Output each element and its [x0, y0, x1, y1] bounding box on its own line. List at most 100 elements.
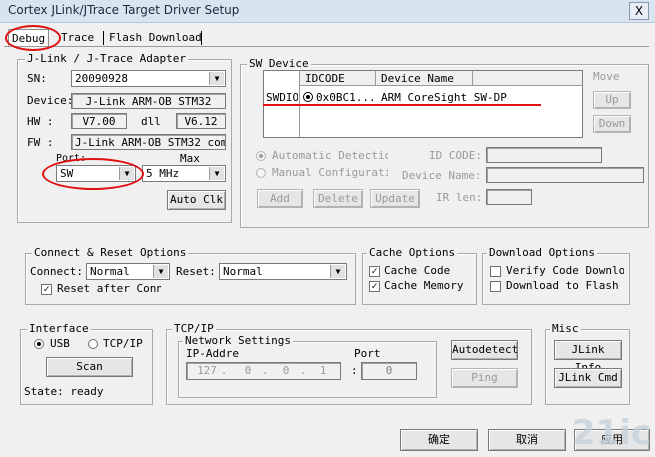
misc-title: Misc: [550, 322, 581, 335]
verify-download-label: Verify Code Download: [506, 264, 624, 277]
tab-trace[interactable]: Trace: [58, 29, 97, 46]
reset-label: Reset:: [176, 265, 216, 278]
cache-memory-label: Cache Memory: [384, 279, 464, 292]
cache-code-label: Cache Code: [384, 264, 451, 277]
auto-detection-label: Automatic Detection: [272, 149, 388, 162]
annotation-circle-debug-tab: [5, 25, 61, 51]
hw-label: HW :: [27, 115, 54, 128]
connect-reset-title: Connect & Reset Options: [32, 246, 189, 259]
manual-config-radio[interactable]: [256, 168, 266, 178]
auto-clk-button[interactable]: Auto Clk: [167, 190, 226, 210]
tab-separator: [201, 31, 202, 45]
list-column-divider: [472, 71, 473, 85]
annotation-circle-port-select: [42, 158, 144, 190]
selected-device-icon: [303, 92, 313, 102]
interface-title: Interface: [27, 322, 91, 335]
col-device-name[interactable]: Device Name: [381, 72, 454, 85]
ping-button[interactable]: Ping: [451, 368, 518, 388]
watermark-logo: 21ic: [571, 413, 651, 453]
port-separator: :: [351, 364, 358, 377]
connect-value: Normal: [90, 265, 130, 278]
scan-button[interactable]: Scan: [46, 357, 133, 377]
chevron-down-icon: ▼: [209, 167, 224, 180]
connect-label: Connect:: [30, 265, 83, 278]
chevron-down-icon: ▼: [209, 72, 224, 85]
jlink-group-title: J-Link / J-Trace Adapter: [25, 52, 188, 65]
annotation-underline: [263, 104, 541, 106]
jlink-info-button[interactable]: JLink Info: [554, 340, 622, 374]
jlink-cmd-button[interactable]: JLink Cmd: [554, 368, 622, 388]
add-button[interactable]: Add: [257, 189, 303, 208]
ip-separator: .: [299, 364, 307, 377]
delete-button[interactable]: Delete: [313, 189, 363, 208]
state-label: State: ready: [24, 385, 104, 398]
list-column-divider: [375, 71, 376, 85]
fw-label: FW :: [27, 136, 54, 149]
col-idcode[interactable]: IDCODE: [305, 72, 345, 85]
device-name-label: Device Name:: [402, 169, 482, 182]
tcpip-radio-label: TCP/IP: [103, 337, 143, 350]
close-button[interactable]: X: [629, 2, 649, 20]
manual-config-label: Manual Configuration: [272, 166, 388, 179]
cache-code-checkbox[interactable]: ✓: [369, 266, 380, 277]
dll-label: dll: [141, 115, 161, 128]
cache-memory-checkbox[interactable]: ✓: [369, 281, 380, 292]
autodetect-button[interactable]: Autodetect: [451, 340, 518, 360]
max-clock-value: 5 MHz: [146, 167, 180, 180]
device-field: J-Link ARM-OB STM32: [71, 93, 226, 109]
device-name-field[interactable]: [486, 167, 644, 183]
sn-select[interactable]: 20090928 ▼: [71, 70, 226, 87]
reset-after-connect-label: Reset after Connect: [57, 282, 161, 295]
auto-detection-radio[interactable]: [256, 151, 266, 161]
download-options-title: Download Options: [487, 246, 597, 259]
cache-options-title: Cache Options: [367, 246, 458, 259]
window-title: Cortex JLink/JTrace Target Driver Setup: [8, 3, 240, 17]
tcpip-radio[interactable]: [88, 339, 98, 349]
usb-radio[interactable]: [34, 339, 44, 349]
ip-address-label: IP-Address: [186, 347, 240, 360]
update-button[interactable]: Update: [370, 189, 420, 208]
max-clock-select[interactable]: 5 MHz ▼: [142, 165, 226, 182]
tab-flash-download[interactable]: Flash Download: [106, 29, 205, 46]
port-field[interactable]: 0: [361, 362, 417, 380]
network-settings-title: Network Settings: [183, 334, 293, 347]
ip-octet-1: 127: [197, 364, 217, 377]
down-button[interactable]: Down: [593, 115, 631, 133]
sw-device-title: SW Device: [247, 57, 311, 70]
ir-len-label: IR len:: [436, 191, 483, 204]
verify-download-checkbox[interactable]: [490, 266, 501, 277]
idcode-label: ID CODE:: [429, 149, 482, 162]
ip-octet-2: 0: [244, 364, 252, 377]
idcode-field[interactable]: [486, 147, 602, 163]
hw-field: V7.00: [71, 113, 127, 129]
device-label: Device:: [27, 94, 74, 107]
reset-after-connect-checkbox[interactable]: ✓: [41, 284, 52, 295]
sn-label: SN:: [27, 72, 47, 85]
usb-label: USB: [50, 337, 70, 350]
chevron-down-icon: ▼: [330, 265, 345, 278]
row-idcode[interactable]: 0x0BC1...: [316, 91, 376, 105]
move-label: Move: [593, 70, 620, 83]
ip-separator: .: [220, 364, 228, 377]
row-device-name[interactable]: ARM CoreSight SW-DP: [381, 91, 507, 105]
tab-underline: [4, 46, 649, 47]
reset-select[interactable]: Normal ▼: [219, 263, 347, 280]
connect-select[interactable]: Normal ▼: [86, 263, 170, 280]
port-field-label: Port: [354, 347, 381, 360]
ir-len-field[interactable]: [486, 189, 532, 205]
tab-separator: [103, 31, 104, 45]
max-label: Max: [180, 152, 200, 165]
download-to-flash-label: Download to Flash: [506, 279, 619, 292]
ip-separator: .: [261, 364, 269, 377]
download-to-flash-checkbox[interactable]: [490, 281, 501, 292]
cancel-button[interactable]: 取消: [488, 429, 566, 451]
ip-octet-3: 0: [282, 364, 290, 377]
chevron-down-icon: ▼: [153, 265, 168, 278]
up-button[interactable]: Up: [593, 91, 631, 109]
fw-field: J-Link ARM-OB STM32 comp: [71, 134, 226, 150]
reset-value: Normal: [223, 265, 263, 278]
row-label: SWDIO: [266, 91, 298, 104]
ip-octet-4: 1: [319, 364, 327, 377]
dll-field: V6.12: [176, 113, 226, 129]
ok-button[interactable]: 确定: [400, 429, 478, 451]
